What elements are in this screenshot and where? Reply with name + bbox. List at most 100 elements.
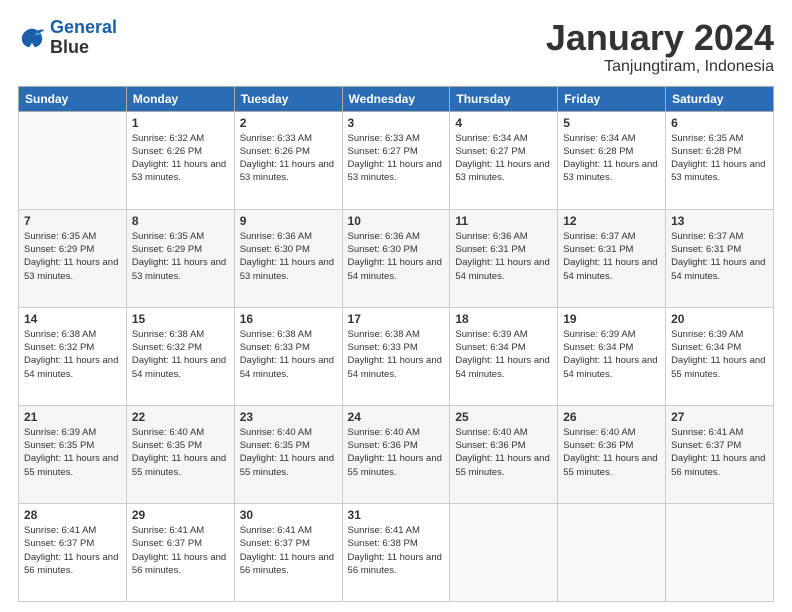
col-tuesday: Tuesday <box>234 86 342 111</box>
table-row: 8 Sunrise: 6:35 AMSunset: 6:29 PMDaylight… <box>126 209 234 307</box>
day-number: 5 <box>563 116 660 130</box>
day-info: Sunrise: 6:35 AMSunset: 6:29 PMDaylight:… <box>132 230 229 283</box>
day-number: 19 <box>563 312 660 326</box>
day-info: Sunrise: 6:33 AMSunset: 6:27 PMDaylight:… <box>348 132 445 185</box>
table-row <box>19 111 127 209</box>
day-info: Sunrise: 6:39 AMSunset: 6:35 PMDaylight:… <box>24 426 121 479</box>
col-sunday: Sunday <box>19 86 127 111</box>
table-row: 31Sunrise: 6:41 AMSunset: 6:38 PMDayligh… <box>342 503 450 601</box>
day-number: 23 <box>240 410 337 424</box>
day-number: 29 <box>132 508 229 522</box>
table-row <box>666 503 774 601</box>
table-row: 7 Sunrise: 6:35 AMSunset: 6:29 PMDaylight… <box>19 209 127 307</box>
logo-text: General Blue <box>50 18 117 58</box>
day-info: Sunrise: 6:38 AMSunset: 6:33 PMDaylight:… <box>240 328 337 381</box>
day-info: Sunrise: 6:38 AMSunset: 6:33 PMDaylight:… <box>348 328 445 381</box>
day-number: 30 <box>240 508 337 522</box>
day-number: 17 <box>348 312 445 326</box>
day-number: 6 <box>671 116 768 130</box>
day-info: Sunrise: 6:40 AMSunset: 6:36 PMDaylight:… <box>563 426 660 479</box>
table-row: 15Sunrise: 6:38 AMSunset: 6:32 PMDayligh… <box>126 307 234 405</box>
col-saturday: Saturday <box>666 86 774 111</box>
day-info: Sunrise: 6:36 AMSunset: 6:31 PMDaylight:… <box>455 230 552 283</box>
col-wednesday: Wednesday <box>342 86 450 111</box>
table-row: 1 Sunrise: 6:32 AMSunset: 6:26 PMDaylight… <box>126 111 234 209</box>
day-number: 10 <box>348 214 445 228</box>
table-row: 26 Sunrise: 6:40 AMSunset: 6:36 PMDayligh… <box>558 405 666 503</box>
day-number: 24 <box>348 410 445 424</box>
table-row: 20Sunrise: 6:39 AMSunset: 6:34 PMDayligh… <box>666 307 774 405</box>
day-info: Sunrise: 6:36 AMSunset: 6:30 PMDaylight:… <box>348 230 445 283</box>
table-row <box>450 503 558 601</box>
day-info: Sunrise: 6:35 AMSunset: 6:29 PMDaylight:… <box>24 230 121 283</box>
table-row: 16 Sunrise: 6:38 AMSunset: 6:33 PMDayligh… <box>234 307 342 405</box>
day-number: 27 <box>671 410 768 424</box>
day-info: Sunrise: 6:40 AMSunset: 6:36 PMDaylight:… <box>455 426 552 479</box>
calendar-week-row: 1 Sunrise: 6:32 AMSunset: 6:26 PMDaylight… <box>19 111 774 209</box>
table-row: 12 Sunrise: 6:37 AMSunset: 6:31 PMDayligh… <box>558 209 666 307</box>
table-row: 27Sunrise: 6:41 AMSunset: 6:37 PMDayligh… <box>666 405 774 503</box>
day-info: Sunrise: 6:41 AMSunset: 6:37 PMDaylight:… <box>240 524 337 577</box>
day-info: Sunrise: 6:41 AMSunset: 6:38 PMDaylight:… <box>348 524 445 577</box>
day-info: Sunrise: 6:41 AMSunset: 6:37 PMDaylight:… <box>24 524 121 577</box>
day-info: Sunrise: 6:37 AMSunset: 6:31 PMDaylight:… <box>563 230 660 283</box>
table-row: 13Sunrise: 6:37 AMSunset: 6:31 PMDayligh… <box>666 209 774 307</box>
table-row: 6Sunrise: 6:35 AMSunset: 6:28 PMDaylight… <box>666 111 774 209</box>
day-number: 9 <box>240 214 337 228</box>
table-row: 23 Sunrise: 6:40 AMSunset: 6:35 PMDayligh… <box>234 405 342 503</box>
col-friday: Friday <box>558 86 666 111</box>
table-row: 22Sunrise: 6:40 AMSunset: 6:35 PMDayligh… <box>126 405 234 503</box>
day-number: 1 <box>132 116 229 130</box>
day-number: 26 <box>563 410 660 424</box>
logo-bird-icon <box>18 24 46 52</box>
day-info: Sunrise: 6:38 AMSunset: 6:32 PMDaylight:… <box>132 328 229 381</box>
day-number: 12 <box>563 214 660 228</box>
table-row: 10 Sunrise: 6:36 AMSunset: 6:30 PMDayligh… <box>342 209 450 307</box>
day-number: 28 <box>24 508 121 522</box>
day-info: Sunrise: 6:40 AMSunset: 6:35 PMDaylight:… <box>240 426 337 479</box>
day-info: Sunrise: 6:39 AMSunset: 6:34 PMDaylight:… <box>455 328 552 381</box>
day-info: Sunrise: 6:39 AMSunset: 6:34 PMDaylight:… <box>563 328 660 381</box>
day-info: Sunrise: 6:38 AMSunset: 6:32 PMDaylight:… <box>24 328 121 381</box>
day-info: Sunrise: 6:34 AMSunset: 6:28 PMDaylight:… <box>563 132 660 185</box>
calendar-week-row: 7 Sunrise: 6:35 AMSunset: 6:29 PMDaylight… <box>19 209 774 307</box>
table-row: 30 Sunrise: 6:41 AMSunset: 6:37 PMDayligh… <box>234 503 342 601</box>
calendar-week-row: 14 Sunrise: 6:38 AMSunset: 6:32 PMDayligh… <box>19 307 774 405</box>
table-row: 11Sunrise: 6:36 AMSunset: 6:31 PMDayligh… <box>450 209 558 307</box>
day-number: 16 <box>240 312 337 326</box>
table-row: 29 Sunrise: 6:41 AMSunset: 6:37 PMDayligh… <box>126 503 234 601</box>
day-number: 3 <box>348 116 445 130</box>
table-row <box>558 503 666 601</box>
day-info: Sunrise: 6:40 AMSunset: 6:35 PMDaylight:… <box>132 426 229 479</box>
day-info: Sunrise: 6:33 AMSunset: 6:26 PMDaylight:… <box>240 132 337 185</box>
logo-line2: Blue <box>50 38 117 58</box>
day-info: Sunrise: 6:36 AMSunset: 6:30 PMDaylight:… <box>240 230 337 283</box>
day-number: 13 <box>671 214 768 228</box>
day-number: 25 <box>455 410 552 424</box>
day-number: 20 <box>671 312 768 326</box>
day-info: Sunrise: 6:40 AMSunset: 6:36 PMDaylight:… <box>348 426 445 479</box>
col-thursday: Thursday <box>450 86 558 111</box>
table-row: 14 Sunrise: 6:38 AMSunset: 6:32 PMDayligh… <box>19 307 127 405</box>
day-number: 14 <box>24 312 121 326</box>
col-monday: Monday <box>126 86 234 111</box>
calendar-week-row: 21Sunrise: 6:39 AMSunset: 6:35 PMDayligh… <box>19 405 774 503</box>
title-block: January 2024 Tanjungtiram, Indonesia <box>546 18 774 76</box>
calendar-header-row: Sunday Monday Tuesday Wednesday Thursday… <box>19 86 774 111</box>
table-row: 17 Sunrise: 6:38 AMSunset: 6:33 PMDayligh… <box>342 307 450 405</box>
table-row: 5 Sunrise: 6:34 AMSunset: 6:28 PMDaylight… <box>558 111 666 209</box>
day-number: 7 <box>24 214 121 228</box>
main-title: January 2024 <box>546 18 774 58</box>
day-number: 2 <box>240 116 337 130</box>
table-row: 21Sunrise: 6:39 AMSunset: 6:35 PMDayligh… <box>19 405 127 503</box>
day-number: 8 <box>132 214 229 228</box>
table-row: 18Sunrise: 6:39 AMSunset: 6:34 PMDayligh… <box>450 307 558 405</box>
calendar-table: Sunday Monday Tuesday Wednesday Thursday… <box>18 86 774 602</box>
table-row: 24 Sunrise: 6:40 AMSunset: 6:36 PMDayligh… <box>342 405 450 503</box>
day-info: Sunrise: 6:41 AMSunset: 6:37 PMDaylight:… <box>132 524 229 577</box>
day-info: Sunrise: 6:34 AMSunset: 6:27 PMDaylight:… <box>455 132 552 185</box>
day-info: Sunrise: 6:32 AMSunset: 6:26 PMDaylight:… <box>132 132 229 185</box>
table-row: 25 Sunrise: 6:40 AMSunset: 6:36 PMDayligh… <box>450 405 558 503</box>
page: General Blue January 2024 Tanjungtiram, … <box>0 0 792 612</box>
header: General Blue January 2024 Tanjungtiram, … <box>18 18 774 76</box>
